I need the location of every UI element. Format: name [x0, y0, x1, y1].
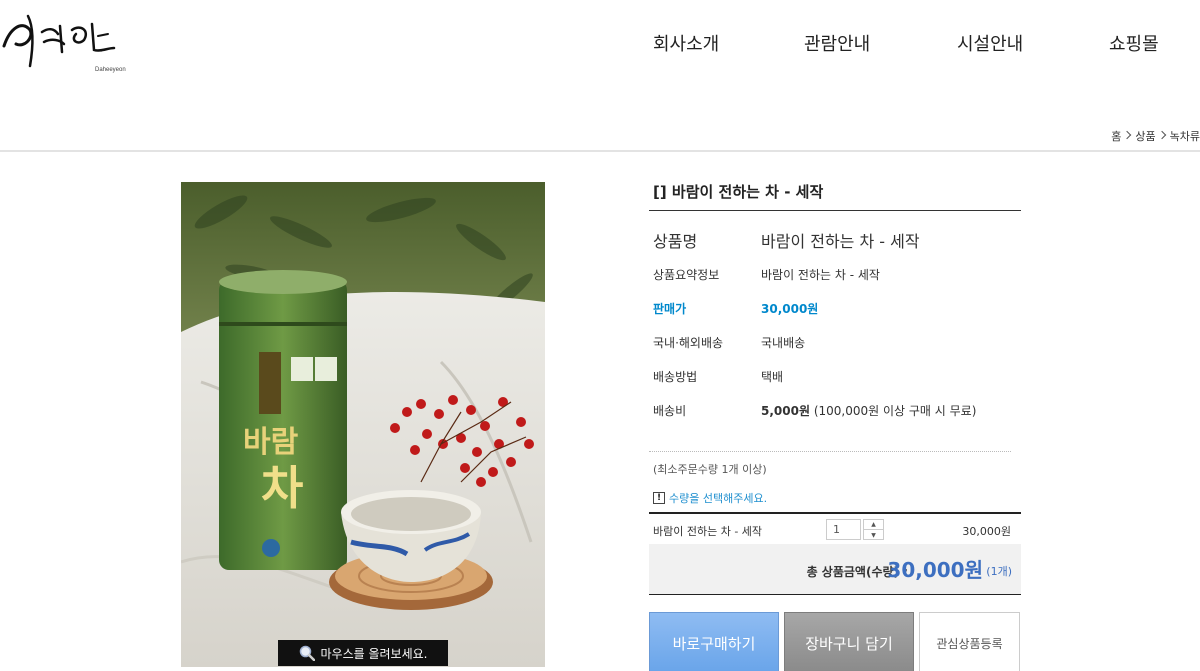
info-label-shipping-region: 국내·해외배송: [653, 336, 724, 350]
info-value-price: 30,000원: [761, 302, 819, 316]
product-photo: 바람 차: [181, 182, 545, 667]
add-to-cart-button[interactable]: 장바구니 담기: [784, 612, 914, 671]
info-label-summary: 상품요약정보: [653, 268, 720, 282]
total-value: 30,000원: [887, 558, 983, 582]
breadcrumb-products[interactable]: 상품: [1135, 128, 1155, 144]
info-value-name: 바람이 전하는 차 - 세작: [761, 232, 920, 251]
buy-now-button[interactable]: 바로구매하기: [649, 612, 779, 671]
info-value-shipping-region: 국내배송: [761, 336, 806, 350]
main-nav: 회사소개 관람안내 시설안내 쇼핑몰: [0, 30, 1200, 56]
breadcrumb-home[interactable]: 홈: [1111, 128, 1121, 144]
quantity-down-button[interactable]: ▼: [864, 530, 883, 540]
nav-item-company[interactable]: 회사소개: [653, 30, 719, 56]
min-order-text: (최소주문수량 1개 이상): [653, 463, 767, 476]
zoom-hint-banner: 마우스를 올려보세요.: [278, 640, 448, 666]
option-row: 바람이 전하는 차 - 세작 ▲ ▼ 30,000원: [649, 512, 1021, 544]
chevron-right-icon: [1123, 130, 1132, 140]
exclamation-icon: !: [653, 492, 665, 504]
option-name: 바람이 전하는 차 - 세작: [653, 525, 763, 538]
info-label-shipping-fee: 배송비: [653, 404, 687, 418]
info-value-summary: 바람이 전하는 차 - 세작: [761, 268, 880, 282]
info-value-shipping-method: 택배: [761, 370, 784, 384]
divider: [649, 451, 1011, 452]
option-price: 30,000원: [962, 525, 1011, 538]
quantity-input[interactable]: [826, 519, 861, 540]
logo-subtitle: Daheeyeon: [95, 67, 126, 73]
nav-item-visit-guide[interactable]: 관람안내: [804, 30, 870, 56]
select-qty-notice: ! 수량을 선택해주세요.: [653, 490, 767, 506]
nav-item-facilities[interactable]: 시설안내: [957, 30, 1023, 56]
svg-text:차: 차: [261, 461, 303, 515]
breadcrumb: 홈 상품 녹차류: [1111, 128, 1200, 144]
info-value-shipping-fee: 5,000원 (100,000원 이상 구매 시 무료): [761, 402, 976, 419]
site-header: Daheeyeon 회사소개 관람안내 시설안내 쇼핑몰 홈 상품 녹차류: [0, 0, 1200, 152]
select-qty-text: 수량을 선택해주세요.: [669, 492, 768, 505]
product-title: [] 바람이 전하는 차 - 세작: [649, 176, 1021, 211]
quantity-stepper: ▲ ▼: [863, 519, 884, 540]
svg-text:바람: 바람: [243, 425, 299, 460]
info-label-price: 판매가: [653, 302, 687, 316]
breadcrumb-green-tea[interactable]: 녹차류: [1170, 128, 1200, 144]
zoom-hint-text: 마우스를 올려보세요.: [320, 646, 428, 661]
add-to-wishlist-button[interactable]: 관심상품등록: [919, 612, 1020, 671]
nav-item-shop[interactable]: 쇼핑몰: [1109, 30, 1159, 56]
shipping-fee-note: (100,000원 이상 구매 시 무료): [813, 404, 977, 418]
chevron-right-icon: [1157, 130, 1166, 140]
info-label-shipping-method: 배송방법: [653, 370, 698, 384]
shipping-fee-amount: 5,000원: [761, 404, 810, 418]
quantity-up-button[interactable]: ▲: [864, 520, 883, 530]
total-price-box: 총 상품금액(수량) : 30,000원 (1개): [649, 544, 1021, 595]
magnifier-icon: [299, 645, 315, 662]
info-label-name: 상품명: [653, 232, 698, 251]
product-image[interactable]: 바람 차: [181, 182, 545, 667]
product-detail: [] 바람이 전하는 차 - 세작 상품명 바람이 전하는 차 - 세작 상품요…: [649, 176, 1021, 671]
total-count: (1개): [986, 565, 1012, 578]
